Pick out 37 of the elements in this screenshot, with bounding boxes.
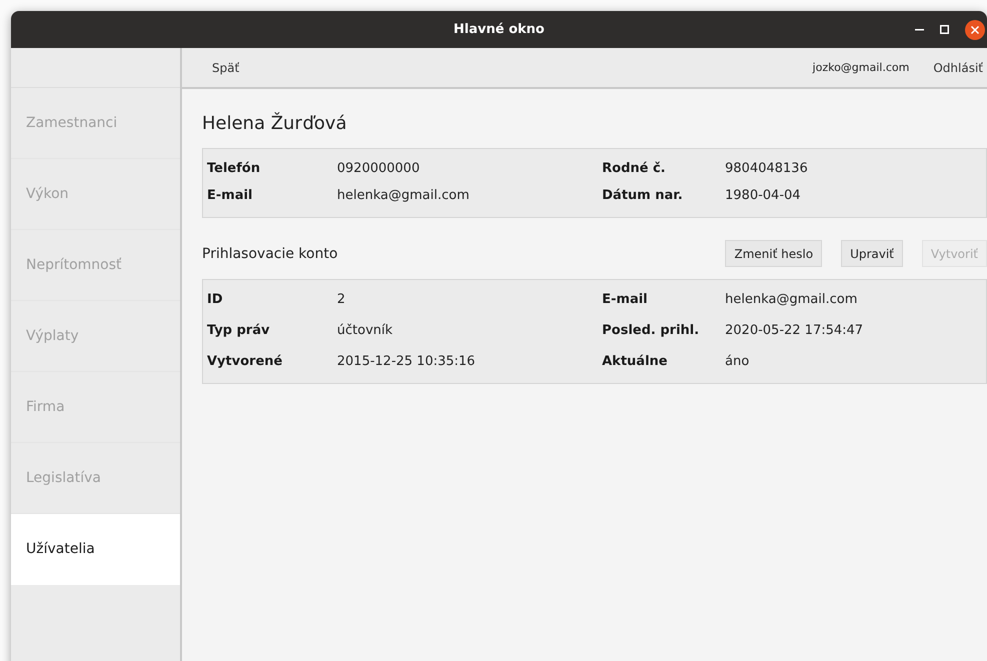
window-title: Hlavné okno [454, 22, 544, 37]
field-value: 2 [337, 292, 346, 307]
sidebar-item[interactable]: Výplaty [11, 301, 180, 372]
logout-button[interactable]: Odhlásiť [933, 60, 983, 74]
sidebar-item[interactable]: Užívatelia [11, 514, 180, 585]
field-value: helenka@gmail.com [337, 188, 470, 203]
sidebar-item[interactable]: Výkon [11, 159, 180, 230]
field-label: Typ práv [207, 323, 271, 338]
close-icon[interactable] [965, 20, 985, 40]
field-label: E-mail [207, 188, 254, 203]
action-button[interactable]: Upraviť [841, 240, 903, 267]
field-label: Dátum nar. [602, 188, 684, 203]
field-label: Telefón [207, 161, 262, 176]
field-value: 2020-05-22 17:54:47 [725, 323, 864, 338]
field-label: Posled. prihl. [602, 323, 700, 338]
minimize-icon[interactable] [915, 28, 924, 30]
field-label: Vytvorené [207, 354, 284, 369]
action-button[interactable]: Zmeniť heslo [725, 240, 822, 267]
field-label: ID [207, 292, 224, 307]
sidebar-item[interactable]: Firma [11, 372, 180, 443]
field-label: E-mail [602, 292, 649, 307]
field-value: helenka@gmail.com [725, 292, 858, 307]
field-label: Aktuálne [602, 354, 668, 369]
back-button[interactable]: Späť [212, 60, 240, 74]
field-value: 9804048136 [725, 161, 809, 176]
field-value: 0920000000 [337, 161, 421, 176]
user-email: jozko@gmail.com [812, 61, 910, 74]
field-label: Rodné č. [602, 161, 666, 176]
maximize-icon[interactable] [940, 25, 949, 34]
field-value: áno [725, 354, 750, 369]
field-value: 1980-04-04 [725, 188, 802, 203]
field-value: účtovník [337, 323, 394, 338]
section-title: Prihlasovacie konto [202, 246, 338, 262]
sidebar-item[interactable]: Neprítomnosť [11, 230, 180, 301]
sidebar-item[interactable]: Zamestnanci [11, 88, 180, 159]
field-value: 2015-12-25 10:35:16 [337, 354, 476, 369]
person-name: Helena Žurďová [202, 113, 348, 134]
